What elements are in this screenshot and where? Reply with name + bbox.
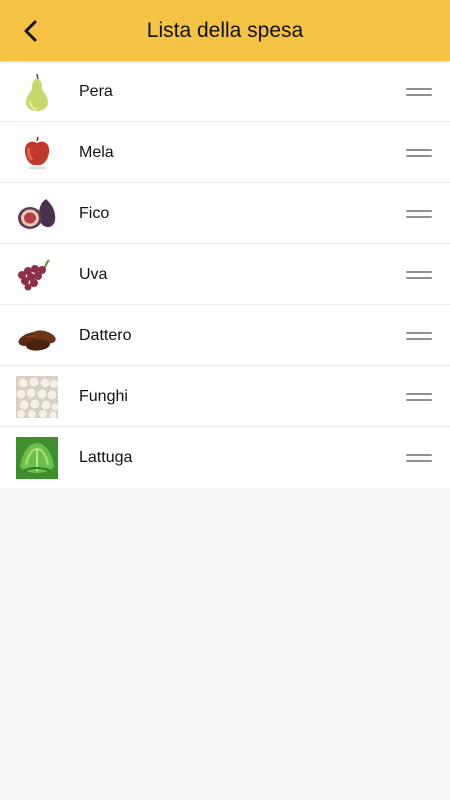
drag-handle-icon[interactable] xyxy=(406,448,432,468)
item-label: Funghi xyxy=(79,388,128,405)
dates-icon xyxy=(16,315,58,357)
list-item-mela[interactable]: Mela xyxy=(0,122,450,183)
back-button[interactable] xyxy=(14,14,48,48)
apple-icon xyxy=(16,132,58,174)
item-label: Fico xyxy=(79,205,110,222)
drag-handle-icon[interactable] xyxy=(406,143,432,163)
drag-handle-icon[interactable] xyxy=(406,204,432,224)
list-item-fico[interactable]: Fico xyxy=(0,183,450,244)
grapes-icon xyxy=(16,254,58,296)
drag-handle-icon[interactable] xyxy=(406,82,432,102)
shopping-list: Pera Mela Fico Uva Dattero Funghi Lattug… xyxy=(0,61,450,488)
drag-handle-icon[interactable] xyxy=(406,265,432,285)
item-label: Uva xyxy=(79,266,108,283)
mushrooms-icon xyxy=(16,376,58,418)
page-title: Lista della spesa xyxy=(146,19,304,42)
item-label: Pera xyxy=(79,83,113,100)
app-bar: Lista della spesa xyxy=(0,0,450,61)
list-item-funghi[interactable]: Funghi xyxy=(0,366,450,427)
pear-icon xyxy=(16,71,58,113)
list-item-lattuga[interactable]: Lattuga xyxy=(0,427,450,488)
chevron-left-icon xyxy=(24,20,37,42)
item-label: Lattuga xyxy=(79,449,133,466)
lettuce-icon xyxy=(16,437,58,479)
item-label: Mela xyxy=(79,144,114,161)
list-item-uva[interactable]: Uva xyxy=(0,244,450,305)
drag-handle-icon[interactable] xyxy=(406,387,432,407)
list-item-dattero[interactable]: Dattero xyxy=(0,305,450,366)
drag-handle-icon[interactable] xyxy=(406,326,432,346)
list-item-pera[interactable]: Pera xyxy=(0,61,450,122)
item-label: Dattero xyxy=(79,327,132,344)
fig-icon xyxy=(16,193,58,235)
